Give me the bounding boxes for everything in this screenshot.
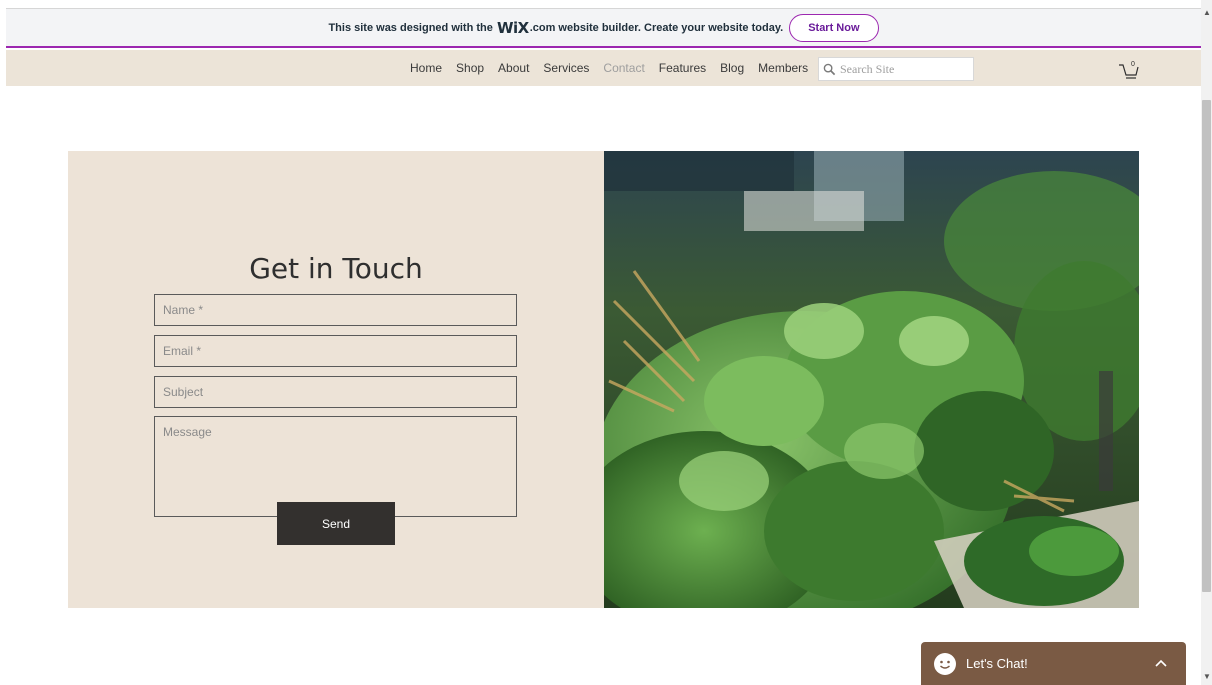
banner-text-before: This site was designed with the [328,21,493,34]
greens-photo [604,151,1139,608]
nav-item-blog[interactable]: Blog [720,61,744,75]
nav-item-services[interactable]: Services [543,61,589,75]
nav-item-home[interactable]: Home [410,61,442,75]
name-field[interactable]: Name * [154,294,517,326]
email-field[interactable]: Email * [154,335,517,367]
chat-label: Let's Chat! [966,656,1028,671]
search-icon [823,63,836,75]
main-nav: Home Shop About Services Contact Feature… [410,50,822,86]
chevron-up-icon[interactable] [1154,656,1168,670]
nav-item-contact[interactable]: Contact [603,61,644,75]
wix-promo-banner: This site was designed with the WiX .com … [6,8,1201,48]
scroll-down-arrow-icon[interactable]: ▼ [1203,672,1211,681]
search-input[interactable]: Search Site [818,57,974,81]
search-placeholder: Search Site [840,61,895,76]
start-now-button[interactable]: Start Now [789,13,879,42]
page-title: Get in Touch [249,252,423,285]
scroll-up-arrow-icon[interactable]: ▲ [1203,8,1211,17]
chat-widget[interactable]: Let's Chat! [921,642,1186,685]
nav-item-members[interactable]: Members [758,61,808,75]
smiley-icon [934,652,956,675]
page-scrollbar[interactable]: ▲ ▼ [1201,0,1212,685]
nav-item-about[interactable]: About [498,61,529,75]
scrollbar-thumb[interactable] [1202,100,1211,592]
cart-icon[interactable]: 0 [1116,58,1142,80]
site-header: Home Shop About Services Contact Feature… [6,50,1201,86]
wix-logo: WiX [496,18,529,37]
send-button[interactable]: Send [277,502,395,545]
page: This site was designed with the WiX .com … [0,0,1212,685]
nav-item-shop[interactable]: Shop [456,61,484,75]
nav-item-features[interactable]: Features [659,61,706,75]
subject-field[interactable]: Subject [154,376,517,408]
contact-section: Get in Touch Name * Email * Subject Mess… [68,151,604,608]
cart-count: 0 [1131,61,1135,68]
banner-text-after: .com website builder. Create your websit… [529,21,784,34]
